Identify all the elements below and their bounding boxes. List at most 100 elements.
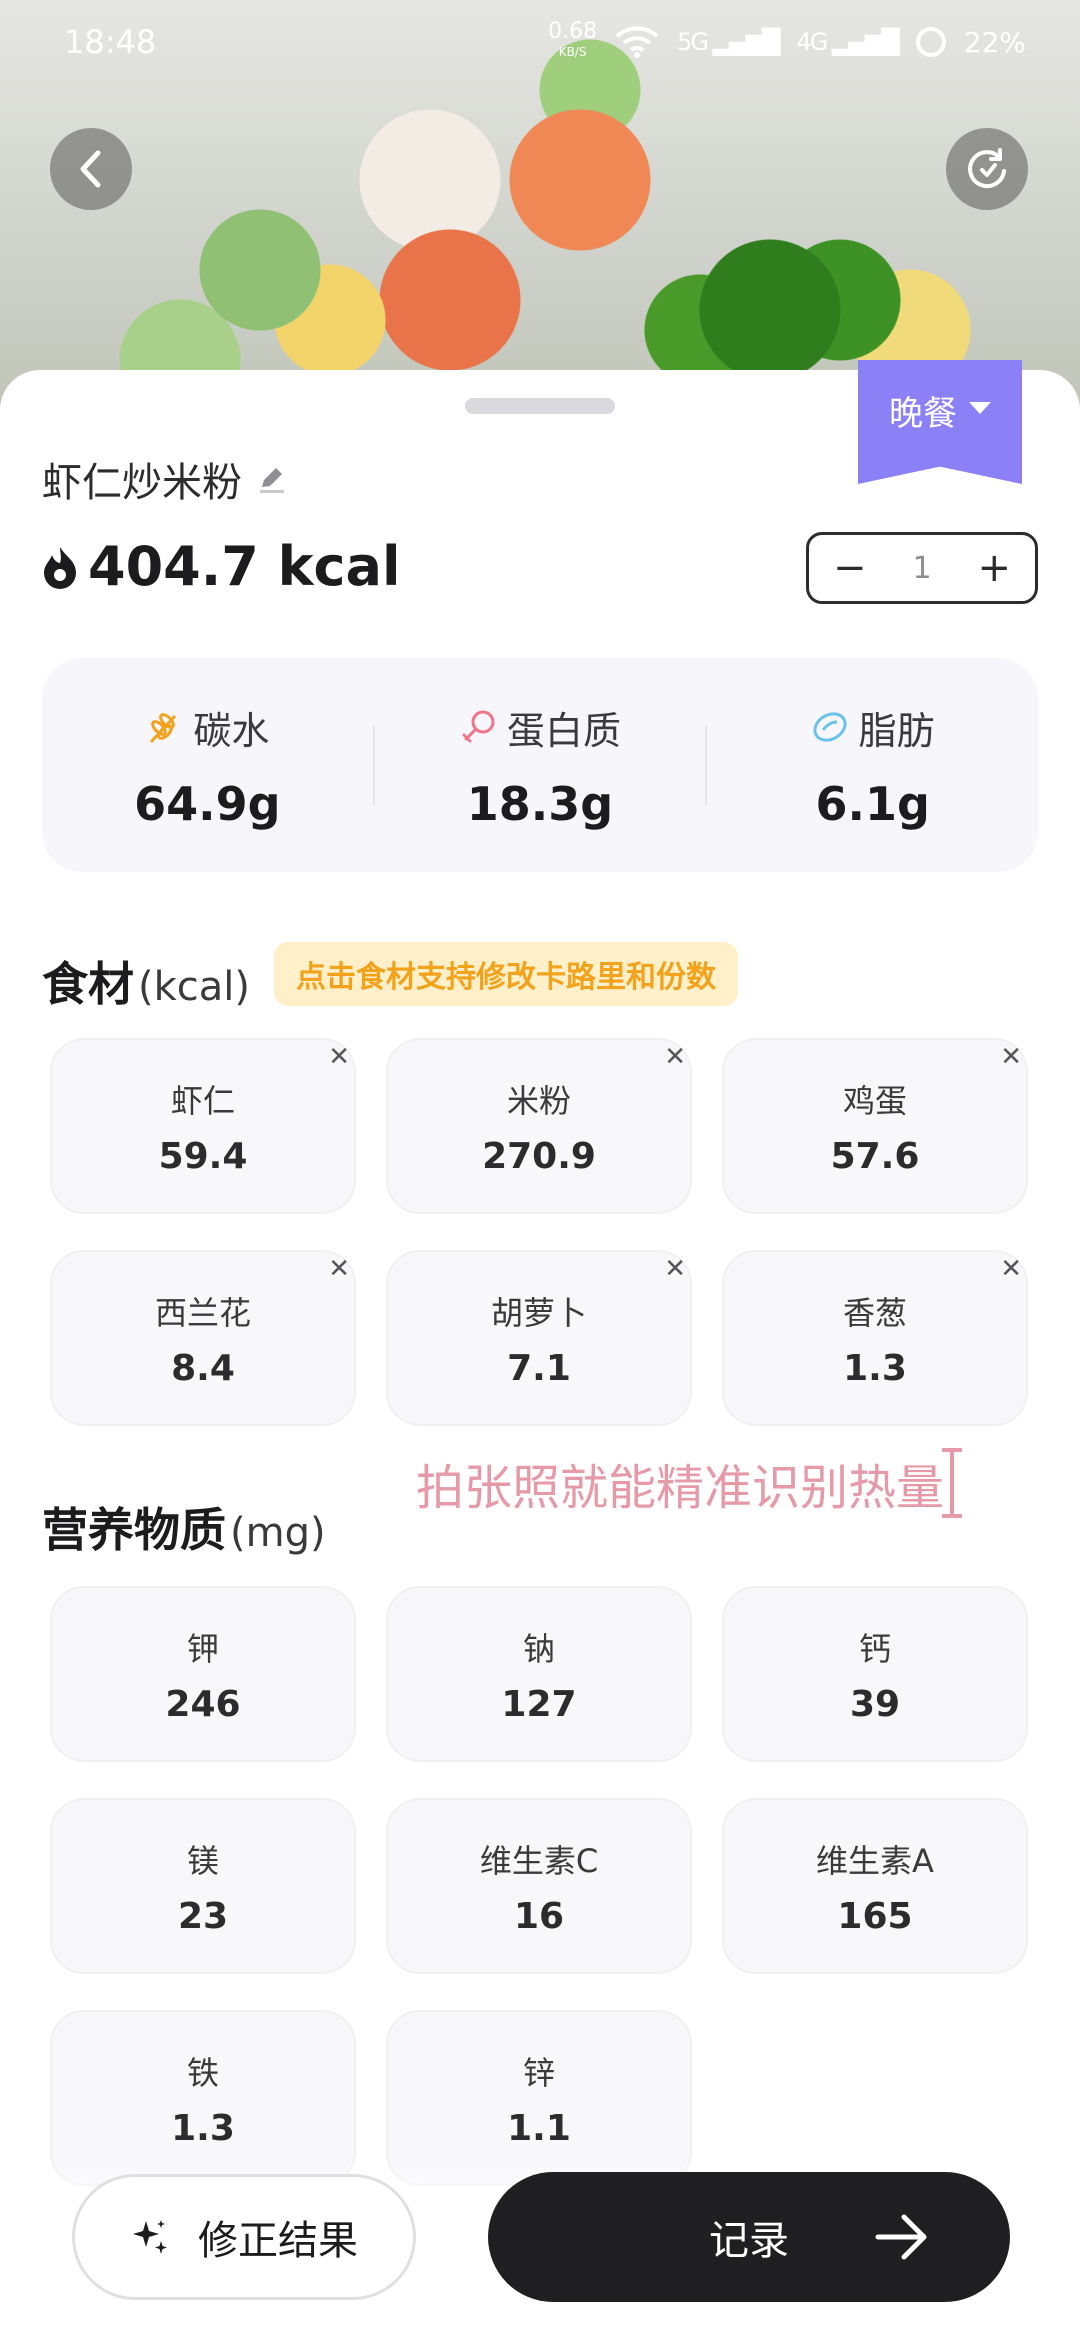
ingredient-name: 鸡蛋 [842,1081,907,1120]
nutrient-value: 1.1 [507,2107,571,2149]
nutrients-title: 营养物质 (mg) [42,1503,326,1557]
net-speed: 0.68 KB/S [548,19,598,60]
nutrient-value: 127 [501,1683,577,1725]
macro-label: 碳水 [193,708,270,753]
battery-percent: 22% [963,25,1026,59]
nutrient-name: 维生素C [479,1841,599,1880]
nutrient-tile: 钙 39 [722,1586,1028,1762]
back-button[interactable] [50,128,132,210]
ingredient-name: 虾仁 [170,1081,235,1120]
nutrient-name: 钙 [858,1629,891,1668]
remove-ingredient-icon[interactable]: ✕ [664,1044,686,1070]
nutrient-value: 246 [165,1683,241,1725]
nutrient-name: 铁 [186,2053,219,2092]
macro-value: 6.1g [815,776,930,831]
nutrient-tile: 镁 23 [50,1798,356,1974]
nutrient-name: 锌 [522,2053,555,2092]
serving-count: 1 [912,550,932,586]
sparkle-icon [133,2220,167,2254]
ingredient-name: 米粉 [506,1081,571,1120]
macro-carbs: 碳水 64.9g [42,700,373,831]
ingredient-tile[interactable]: ✕ 鸡蛋 57.6 [722,1038,1028,1214]
ingredients-tip: 点击食材支持修改卡路里和份数 [274,942,738,1006]
ingredients-title: 食材 (kcal) [42,957,250,1011]
nutrient-name: 维生素A [816,1841,934,1880]
ingredient-kcal: 270.9 [482,1135,596,1177]
macro-value: 18.3g [466,776,614,831]
macro-fat: 脂肪 6.1g [707,700,1038,831]
record-button[interactable]: 记录 [488,2172,1010,2302]
plus-button[interactable]: + [977,548,1011,588]
drumstick-icon [462,710,495,743]
macro-label: 脂肪 [858,708,935,753]
flame-icon [44,546,76,589]
nutrient-tile: 钠 127 [386,1586,692,1762]
serving-stepper[interactable]: − 1 + [806,532,1038,604]
nutrient-value: 16 [513,1895,565,1937]
signal-4g-icon: 4G ▂▄▆█ [796,28,899,56]
dish-name-text: 虾仁炒米粉 [42,460,242,506]
ingredient-kcal: 8.4 [171,1347,235,1389]
nutrient-value: 23 [177,1895,229,1937]
text-cursor-icon [942,1448,963,1518]
status-indicators: 0.68 KB/S 5G ▂▄▆█ 4G ▂▄▆█ 22% [548,19,1026,62]
correct-result-label: 修正结果 [198,2218,358,2264]
edit-pencil-icon [260,468,284,493]
promo-caption: 拍张照就能精准识别热量 [416,1448,963,1518]
battery-icon [915,27,946,57]
refresh-button[interactable] [946,128,1028,210]
meal-type-selector[interactable]: 晚餐 [858,360,1022,484]
nutrients-grid: 钾 246 钠 127 钙 39 镁 23 维生素C 16 维生素A 165 铁… [50,1586,1030,2186]
wifi-icon [615,26,659,58]
dish-name[interactable]: 虾仁炒米粉 [42,450,288,508]
macro-value: 64.9g [134,776,281,831]
calorie-value: 404.7 kcal [88,535,401,598]
refresh-icon [968,148,1006,189]
macro-protein: 蛋白质 18.3g [375,700,706,831]
drag-handle[interactable] [465,398,615,414]
ingredient-tile[interactable]: ✕ 米粉 270.9 [386,1038,692,1214]
macro-summary: 碳水 64.9g 蛋白质 18.3g 脂肪 6.1g [42,658,1038,872]
arrow-right-icon [875,2214,927,2260]
minus-button[interactable]: − [833,548,867,588]
meal-type-label: 晚餐 [889,394,957,434]
ingredient-kcal: 1.3 [843,1347,907,1389]
ingredient-kcal: 59.4 [158,1135,248,1177]
macro-label: 蛋白质 [507,708,622,753]
ingredient-tile[interactable]: ✕ 虾仁 59.4 [50,1038,356,1214]
ingredient-name: 西兰花 [154,1293,251,1332]
nutrient-tile: 钾 246 [50,1586,356,1762]
status-time: 18:48 [64,23,157,61]
chevron-left-icon [80,150,101,188]
nutrient-tile: 维生素A 165 [722,1798,1028,1974]
calorie-total: 404.7 kcal [40,535,400,598]
ingredient-tile[interactable]: ✕ 香葱 1.3 [722,1250,1028,1426]
result-sheet: 晚餐 虾仁炒米粉 404.7 kcal − 1 + 碳水 64.9g 蛋白质 1… [0,360,1080,2339]
ingredient-name: 胡萝卜 [490,1293,587,1332]
ingredient-tile[interactable]: ✕ 西兰花 8.4 [50,1250,356,1426]
remove-ingredient-icon[interactable]: ✕ [328,1256,350,1282]
remove-ingredient-icon[interactable]: ✕ [664,1256,686,1282]
nutrient-value: 165 [837,1895,913,1937]
remove-ingredient-icon[interactable]: ✕ [1000,1256,1022,1282]
ingredient-kcal: 7.1 [507,1347,571,1389]
nutrient-name: 钾 [186,1629,219,1668]
ingredient-kcal: 57.6 [830,1135,920,1177]
ingredient-name: 香葱 [842,1293,907,1332]
remove-ingredient-icon[interactable]: ✕ [328,1044,350,1070]
nutrient-name: 钠 [522,1629,555,1668]
ingredients-grid: ✕ 虾仁 59.4 ✕ 米粉 270.9 ✕ 鸡蛋 57.6 ✕ 西兰花 8.4… [50,1038,1030,1426]
oil-drop-icon [813,712,847,742]
status-bar: 18:48 0.68 KB/S 5G ▂▄▆█ 4G ▂▄▆█ 22% [0,0,1080,84]
remove-ingredient-icon[interactable]: ✕ [1000,1044,1022,1070]
wheat-icon [150,713,177,744]
correct-result-button[interactable]: 修正结果 [72,2174,416,2300]
ingredient-tile[interactable]: ✕ 胡萝卜 7.1 [386,1250,692,1426]
nutrient-tile: 维生素C 16 [386,1798,692,1974]
signal-5g-icon: 5G ▂▄▆█ [677,28,780,56]
caret-down-icon [969,402,991,414]
nutrient-value: 39 [849,1683,901,1725]
nutrient-value: 1.3 [171,2107,235,2149]
nutrient-name: 镁 [186,1841,219,1880]
record-label: 记录 [709,2218,789,2264]
